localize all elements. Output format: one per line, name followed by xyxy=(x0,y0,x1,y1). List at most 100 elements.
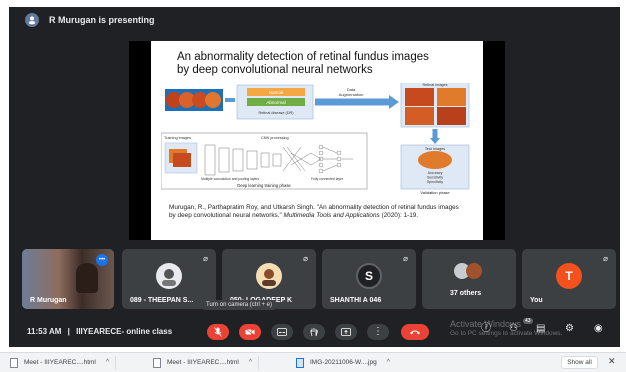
training-images-stack xyxy=(164,142,198,174)
meeting-title: IIIYEARECE- online class xyxy=(76,326,173,336)
profile-photo-icon xyxy=(262,269,276,286)
watermark-line-2: Go to PC settings to activate Windows. xyxy=(450,330,563,337)
avatar xyxy=(156,263,182,289)
mic-off-icon: ⌀ xyxy=(303,254,308,263)
test-images-label: Test images xyxy=(425,147,445,151)
multiple-conv-label: Multiple convolution and pooling layers xyxy=(201,177,260,181)
download-bar: Meet - IIIYEAREC....html ^ Meet - IIIYEA… xyxy=(0,352,626,372)
show-all-downloads-button[interactable]: Show all xyxy=(561,356,598,369)
meeting-time: 11:53 AM xyxy=(27,326,62,336)
meeting-details-icon[interactable]: ⓘ xyxy=(481,323,491,335)
chevron-up-icon[interactable]: ^ xyxy=(387,359,390,366)
chat-icon[interactable]: ▤ xyxy=(536,323,545,335)
file-image-icon xyxy=(296,357,304,368)
avatar xyxy=(256,263,282,289)
arrow-head-icon xyxy=(389,95,399,109)
meet-window: R Murugan is presenting An abnormality d… xyxy=(9,7,620,347)
abnormal-label: Abnormal xyxy=(266,100,285,105)
more-vert-icon: ⋮ xyxy=(373,326,383,337)
windows-activation-watermark: Activate Windows Go to PC settings to ac… xyxy=(450,319,562,339)
meeting-separator: | xyxy=(67,326,70,336)
training-phase-label: Deep learning training phase xyxy=(237,183,291,188)
retinal-image-stack xyxy=(165,89,223,111)
citation-journal: Multimedia Tools and Applications xyxy=(283,212,380,219)
present-screen-icon xyxy=(341,328,351,336)
participant-tile-shanthi[interactable]: ⌀ S SHANTHI A 046 xyxy=(322,249,416,309)
mic-off-icon: ⌀ xyxy=(403,254,408,263)
divider xyxy=(115,355,117,370)
augmentation-label-2: Augmentation xyxy=(339,92,364,97)
mic-off-icon: ⌀ xyxy=(603,254,608,263)
avatar-initial: T xyxy=(565,269,573,283)
host-controls-icon[interactable]: ◉ xyxy=(594,323,603,335)
more-options-button[interactable]: ⋮ xyxy=(367,324,389,340)
download-item[interactable]: Meet - IIIYEAREC....html ^ xyxy=(153,355,286,370)
retinal-disease-label: Retinal disease (DR) xyxy=(258,111,294,115)
citation-tail: (2020): 1-19. xyxy=(381,212,419,219)
activities-icon[interactable]: ⚙ xyxy=(565,323,574,335)
metric-specificity: Specificity xyxy=(427,180,443,184)
person-icon xyxy=(29,16,35,25)
people-icon[interactable]: ⚇ xyxy=(509,323,518,335)
participant-name: 37 others xyxy=(450,290,482,297)
participant-name: 089 - THEEPAN S... xyxy=(130,297,194,304)
participant-name: R Murugan xyxy=(30,297,67,304)
normal-label: Normal xyxy=(269,90,284,95)
mic-off-icon: ⌀ xyxy=(203,254,208,263)
avatar-initial: S xyxy=(364,269,373,283)
training-images-label: Training images xyxy=(164,136,191,140)
avatar: T xyxy=(556,263,582,289)
mic-off-icon xyxy=(214,327,222,337)
slide-title-line-2: by deep convolutional neural networks xyxy=(177,64,373,76)
metric-accuracy: Accuracy xyxy=(428,171,443,175)
download-item[interactable]: IMG-20211006-W....jpg ^ xyxy=(296,357,429,368)
file-html-icon xyxy=(153,357,161,368)
meeting-info: 11:53 AM | IIIYEARECE- online class xyxy=(27,327,172,336)
present-button[interactable] xyxy=(335,324,357,340)
camera-toggle-button[interactable] xyxy=(239,324,261,340)
raise-hand-button[interactable] xyxy=(303,324,325,340)
captions-icon xyxy=(277,328,287,336)
test-image xyxy=(418,151,452,169)
method-diagram: Normal Abnormal Retinal disease (DR) Dat… xyxy=(161,83,470,195)
slide-title: An abnormality detection of retinal fund… xyxy=(177,51,473,77)
metric-sensitivity: Sensitivity xyxy=(427,176,443,180)
hand-icon xyxy=(310,328,318,337)
download-filename: IMG-20211006-W....jpg xyxy=(310,359,377,366)
person-silhouette xyxy=(76,263,98,293)
mic-toggle-button[interactable] xyxy=(207,324,229,340)
avatar-others-2 xyxy=(466,263,482,279)
arrow-down-head-icon xyxy=(430,138,440,144)
profile-photo-icon xyxy=(162,269,176,286)
leave-call-button[interactable] xyxy=(401,324,429,340)
participant-strip: ••• R Murugan ⌀ 089 - THEEPAN S... ⌀ 050… xyxy=(22,249,620,309)
chevron-up-icon[interactable]: ^ xyxy=(106,359,109,366)
participant-tile-you[interactable]: ⌀ T You xyxy=(522,249,616,309)
captions-button[interactable] xyxy=(271,324,293,340)
retinal-images-label: Retinal images xyxy=(422,83,447,87)
slide-citation: Murugan, R., Parthapratim Roy, and Utkar… xyxy=(169,204,465,220)
screen-letterbox-left xyxy=(129,41,151,240)
hang-up-icon xyxy=(410,330,420,335)
file-html-icon xyxy=(10,357,18,368)
camera-off-icon xyxy=(245,328,255,336)
participant-tile-presenter[interactable]: ••• R Murugan xyxy=(22,249,114,309)
download-filename: Meet - IIIYEAREC....html xyxy=(167,359,239,366)
participant-name: You xyxy=(530,297,543,304)
participant-tile-others[interactable]: 37 others xyxy=(422,249,516,309)
avatar: S xyxy=(356,263,382,289)
participant-name: SHANTHI A 046 xyxy=(330,297,382,304)
slide-title-line-1: An abnormality detection of retinal fund… xyxy=(177,51,429,63)
screen-letterbox-right xyxy=(483,41,505,240)
chevron-up-icon[interactable]: ^ xyxy=(249,359,252,366)
download-filename: Meet - IIIYEAREC....html xyxy=(24,359,96,366)
participant-count-badge: 43 xyxy=(523,318,533,324)
close-icon[interactable]: ✕ xyxy=(608,356,616,367)
presenter-bar: R Murugan is presenting xyxy=(9,7,620,33)
speaking-indicator-icon: ••• xyxy=(96,254,108,266)
fully-connected-label: Fully connected layer xyxy=(311,177,344,181)
download-item[interactable]: Meet - IIIYEAREC....html ^ xyxy=(10,355,143,370)
validation-phase-label: Validation phase xyxy=(420,190,450,195)
divider xyxy=(258,355,260,370)
shared-slide: An abnormality detection of retinal fund… xyxy=(151,41,483,240)
